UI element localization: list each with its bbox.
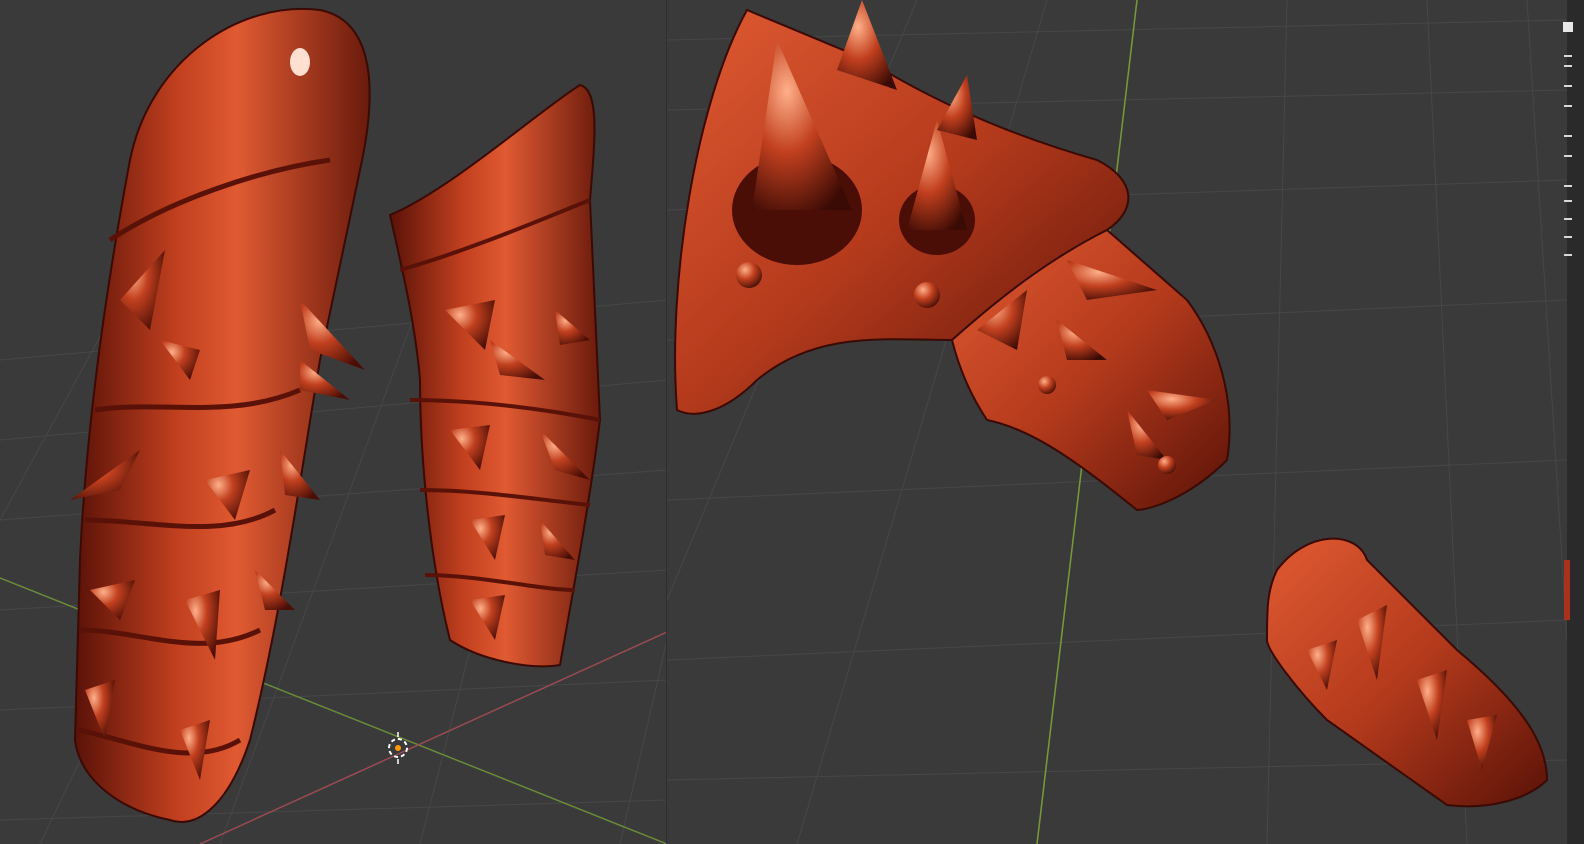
panel-tick xyxy=(1564,155,1572,157)
blender-window xyxy=(0,0,1584,844)
right-3d-viewport[interactable] xyxy=(667,0,1567,844)
3d-cursor-icon[interactable] xyxy=(388,732,408,764)
panel-tab[interactable] xyxy=(1563,22,1573,32)
properties-panel-edge[interactable] xyxy=(1563,0,1584,844)
bracer-right-mesh[interactable] xyxy=(388,83,602,668)
panel-tick xyxy=(1564,185,1572,187)
panel-tick xyxy=(1564,65,1572,67)
panel-tick xyxy=(1564,236,1572,238)
panel-tick xyxy=(1564,105,1572,107)
left-3d-viewport[interactable] xyxy=(0,0,667,844)
panel-tick xyxy=(1564,218,1572,220)
panel-tick xyxy=(1564,254,1572,256)
panel-tick xyxy=(1564,135,1572,137)
right-viewport-canvas[interactable] xyxy=(667,0,1567,844)
panel-tick xyxy=(1564,55,1572,57)
x-axis-line xyxy=(199,631,667,844)
panel-tick xyxy=(1564,85,1572,87)
left-viewport-canvas[interactable] xyxy=(0,0,667,844)
panel-tick xyxy=(1564,200,1572,202)
bracer-left-mesh[interactable] xyxy=(70,7,371,823)
gauntlet-mesh[interactable] xyxy=(674,0,1231,512)
material-preview-swatch xyxy=(1564,560,1570,620)
